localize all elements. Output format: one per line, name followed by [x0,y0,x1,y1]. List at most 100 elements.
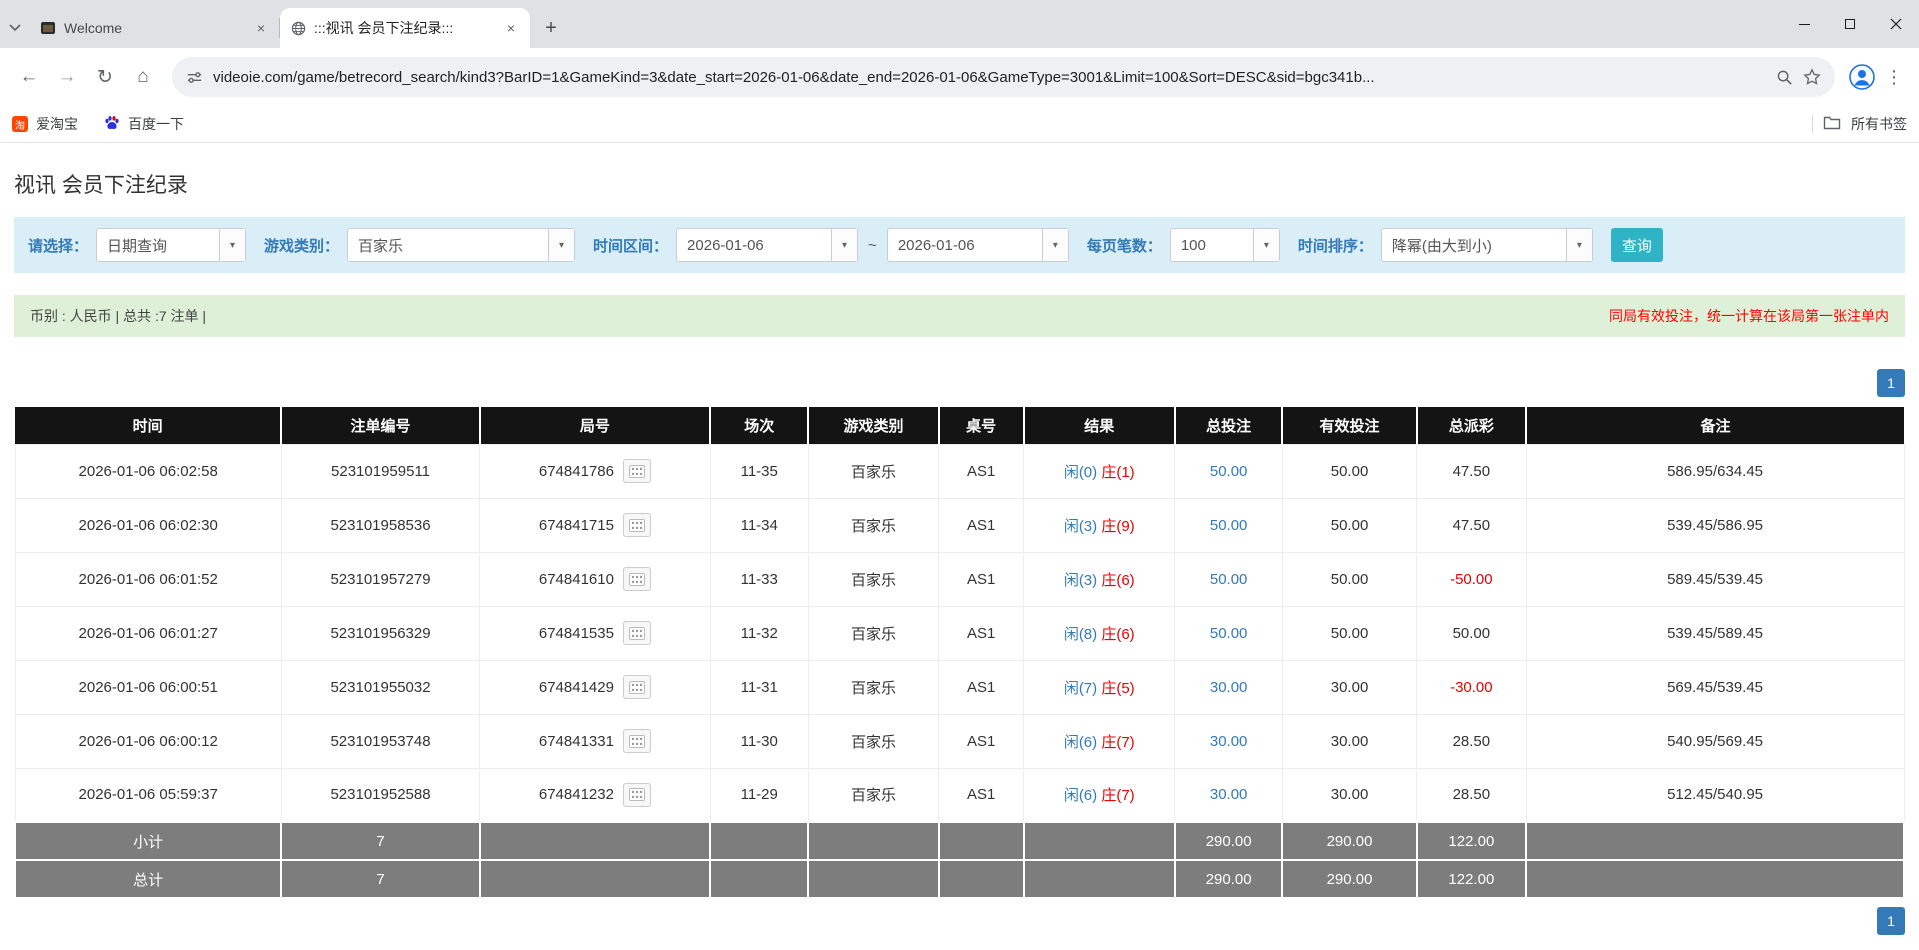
cell-valid-bet: 50.00 [1282,498,1416,552]
page-1-button[interactable]: 1 [1877,369,1905,397]
player-result: 闲(6) [1064,734,1097,751]
pagination-top: 1 [14,369,1905,397]
round-number: 674841786 [539,463,614,480]
column-header: 局号 [480,407,710,444]
cell-valid-bet: 30.00 [1282,768,1416,822]
minimize-button[interactable] [1781,0,1827,48]
chevron-down-icon[interactable]: ▾ [1253,229,1279,261]
total-cell: 总计 [15,860,281,898]
bookmark-label: 爱淘宝 [36,114,78,134]
site-info-icon[interactable] [186,69,203,86]
profile-button[interactable] [1845,60,1879,94]
all-bookmarks[interactable]: 所有书签 [1812,114,1907,134]
chevron-down-icon[interactable]: ▾ [548,229,574,261]
column-header: 场次 [710,407,808,444]
cell-table-no: AS1 [939,552,1024,606]
cell-time: 2026-01-06 06:02:30 [15,498,281,552]
time-sort-dropdown[interactable]: 降幂(由大到小) ▾ [1381,228,1593,262]
cell-time: 2026-01-06 06:01:52 [15,552,281,606]
column-header: 桌号 [939,407,1024,444]
round-number: 674841715 [539,517,614,534]
round-detail-icon[interactable] [623,621,651,645]
total-bet-link[interactable]: 30.00 [1210,786,1248,803]
chevron-down-icon[interactable]: ▾ [831,229,857,261]
subtotal-cell: 290.00 [1175,822,1283,860]
cell-payout: -50.00 [1417,552,1527,606]
cell-result: 闲(3) 庄(6) [1024,552,1175,606]
round-detail-icon[interactable] [623,459,651,483]
kebab-menu-icon[interactable]: ⋮ [1879,60,1909,94]
forward-button[interactable]: → [48,58,86,96]
divider [1812,115,1813,133]
date-end-dropdown[interactable]: 2026-01-06 ▾ [887,228,1069,262]
tab-close-icon[interactable]: × [502,19,520,37]
subtotal-cell [480,822,710,860]
address-bar[interactable]: videoie.com/game/betrecord_search/kind3?… [172,57,1835,97]
maximize-button[interactable] [1827,0,1873,48]
total-cell [1526,860,1904,898]
bookmark-aitaobao[interactable]: 淘 爱淘宝 [12,114,78,134]
tab-search-button[interactable] [0,8,30,48]
round-detail-icon[interactable] [623,513,651,537]
chevron-down-icon[interactable]: ▾ [219,229,245,261]
tab-close-icon[interactable]: × [252,19,270,37]
round-detail-icon[interactable] [623,675,651,699]
cell-result: 闲(3) 庄(9) [1024,498,1175,552]
cell-time: 2026-01-06 06:01:27 [15,606,281,660]
round-detail-icon[interactable] [623,729,651,753]
total-bet-link[interactable]: 50.00 [1210,517,1248,534]
home-button[interactable]: ⌂ [124,58,162,96]
chevron-down-icon[interactable]: ▾ [1042,229,1068,261]
cell-valid-bet: 50.00 [1282,606,1416,660]
cell-total-bet: 30.00 [1175,768,1283,822]
subtotal-cell [1024,822,1175,860]
url-text[interactable]: videoie.com/game/betrecord_search/kind3?… [213,69,1766,86]
column-header: 有效投注 [1282,407,1416,444]
cell-payout: 28.50 [1417,714,1527,768]
total-cell [808,860,938,898]
round-detail-icon[interactable] [623,783,651,807]
close-button[interactable] [1873,0,1919,48]
cell-valid-bet: 30.00 [1282,714,1416,768]
per-page-label: 每页笔数： [1087,235,1162,256]
query-type-dropdown[interactable]: 日期查询 ▾ [96,228,246,262]
per-page-dropdown[interactable]: 100 ▾ [1170,228,1280,262]
total-bet-link[interactable]: 50.00 [1210,463,1248,480]
date-start-dropdown[interactable]: 2026-01-06 ▾ [676,228,858,262]
bookmark-baidu[interactable]: 百度一下 [104,114,184,134]
round-number: 674841610 [539,571,614,588]
table-body: 2026-01-06 06:02:58523101959511674841786… [15,444,1904,898]
date-range-separator: ~ [868,237,877,254]
minimize-icon [1799,24,1810,25]
zoom-icon[interactable] [1776,69,1793,86]
back-button[interactable]: ← [10,58,48,96]
cell-round-no: 674841535 [480,606,710,660]
banker-result: 庄(6) [1101,572,1134,589]
banker-result: 庄(7) [1101,787,1134,804]
bookmark-star-icon[interactable] [1803,68,1821,86]
total-bet-link[interactable]: 30.00 [1210,733,1248,750]
total-bet-link[interactable]: 50.00 [1210,571,1248,588]
total-bet-link[interactable]: 30.00 [1210,679,1248,696]
game-kind-dropdown[interactable]: 百家乐 ▾ [347,228,575,262]
round-detail-icon[interactable] [623,567,651,591]
subtotal-cell: 小计 [15,822,281,860]
cell-bet-no: 523101956329 [281,606,479,660]
column-header: 备注 [1526,407,1904,444]
tab-title: :::视讯 会员下注纪录::: [314,18,494,38]
column-header: 总投注 [1175,407,1283,444]
new-tab-button[interactable]: + [536,13,566,43]
tab-bet-records[interactable]: :::视讯 会员下注纪录::: × [280,8,530,48]
table-head-row: 时间注单编号局号场次游戏类别桌号结果总投注有效投注总派彩备注 [15,407,1904,444]
cell-session: 11-29 [710,768,808,822]
refresh-button[interactable]: ↻ [86,58,124,96]
column-header: 游戏类别 [808,407,938,444]
cell-bet-no: 523101953748 [281,714,479,768]
total-bet-link[interactable]: 50.00 [1210,625,1248,642]
page-1-button[interactable]: 1 [1877,907,1905,935]
round-number: 674841535 [539,625,614,642]
tab-welcome[interactable]: Welcome × [30,8,280,48]
search-button[interactable]: 查询 [1611,228,1663,262]
chevron-down-icon[interactable]: ▾ [1566,229,1592,261]
cell-session: 11-32 [710,606,808,660]
